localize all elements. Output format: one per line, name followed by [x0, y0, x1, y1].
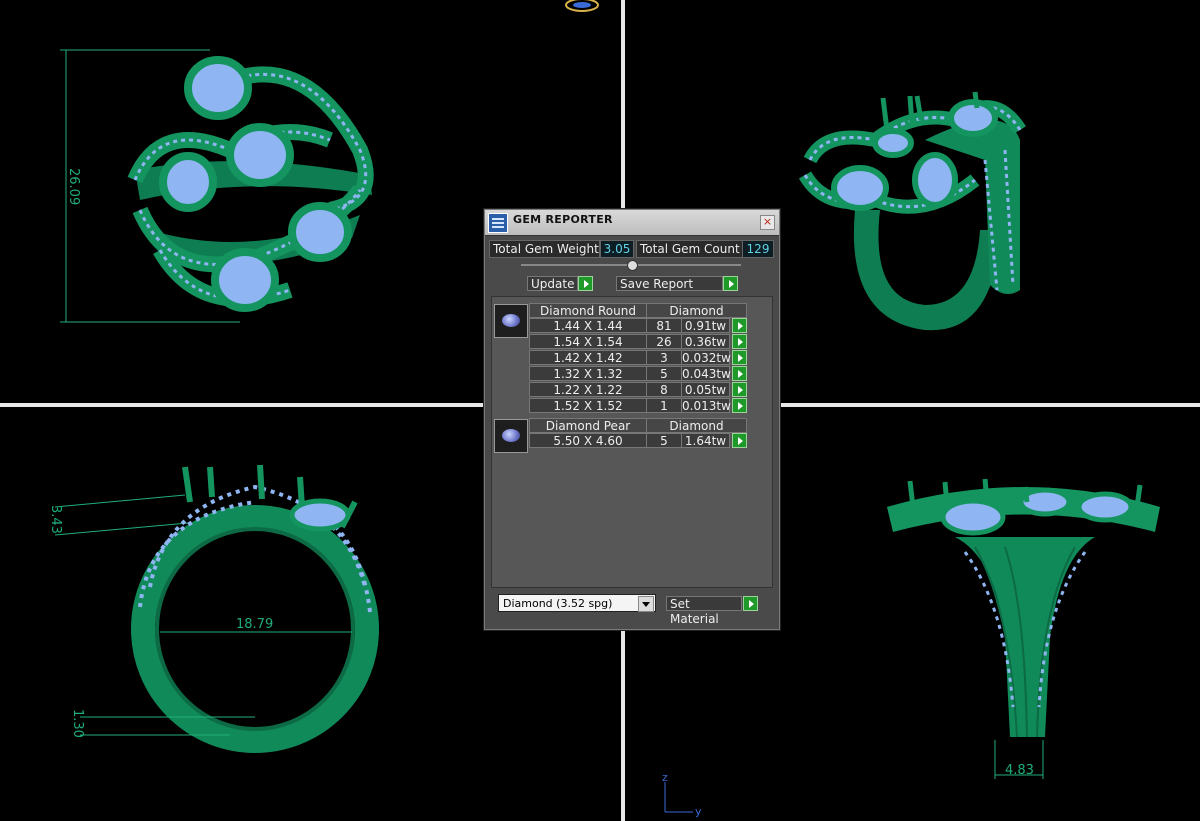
set-material-arrow-icon[interactable]	[743, 596, 758, 611]
gem-size-cell: 1.42 X 1.42	[529, 350, 647, 365]
axis-y-label: y	[695, 805, 702, 818]
dialog-title: GEM REPORTER	[513, 213, 613, 226]
gem-count-cell: 5	[646, 433, 682, 448]
save-report-arrow-icon[interactable]	[723, 276, 738, 291]
close-icon[interactable]: ×	[760, 215, 775, 230]
gem-count-cell: 81	[646, 318, 682, 333]
total-count-value: 129	[742, 240, 774, 258]
gem-group-name: Diamond Pear	[529, 418, 647, 433]
gem-count-cell: 8	[646, 382, 682, 397]
slider-handle[interactable]	[627, 260, 638, 271]
gem-weight-cell: 0.013tw	[681, 398, 731, 413]
select-gem-arrow-icon[interactable]	[732, 366, 747, 381]
gem-count-cell: 26	[646, 334, 682, 349]
select-gem-arrow-icon[interactable]	[732, 382, 747, 397]
select-gem-arrow-icon[interactable]	[732, 334, 747, 349]
set-material-button[interactable]: Set Material	[666, 596, 742, 626]
gem-size-cell: 1.32 X 1.32	[529, 366, 647, 381]
dimension-label: 26.09	[66, 168, 81, 205]
total-count-label: Total Gem Count	[636, 240, 743, 258]
axis-gizmo-icon: z y	[662, 771, 702, 818]
total-weight-value: 3.05	[600, 240, 634, 258]
dimension-top-label: 3.43	[48, 505, 63, 534]
gem-count-cell: 1	[646, 398, 682, 413]
update-button[interactable]: Update	[527, 276, 578, 291]
axis-z-label: z	[662, 771, 668, 784]
gem-weight-cell: 0.032tw	[681, 350, 731, 365]
dimension-bottom-label: 1.30	[70, 709, 85, 738]
gem-thumbnail-icon[interactable]	[494, 419, 528, 453]
select-gem-arrow-icon[interactable]	[732, 350, 747, 365]
gem-weight-cell: 0.05tw	[681, 382, 730, 397]
total-weight-label: Total Gem Weight	[489, 240, 600, 258]
gem-count-cell: 3	[646, 350, 682, 365]
gem-group-material: Diamond	[646, 303, 747, 318]
save-report-button[interactable]: Save Report	[616, 276, 723, 291]
gem-weight-cell: 0.36tw	[681, 334, 730, 349]
gem-list[interactable]: Diamond Round Diamond 1.44 X 1.44 81 0.91tw 1…	[491, 296, 773, 588]
gem-group-name: Diamond Round	[529, 303, 647, 318]
material-select[interactable]: Diamond (3.52 spg)	[498, 594, 656, 612]
gem-weight-cell: 1.64tw	[681, 433, 730, 448]
gem-count-cell: 5	[646, 366, 682, 381]
select-gem-arrow-icon[interactable]	[732, 318, 747, 333]
select-gem-arrow-icon[interactable]	[732, 433, 747, 448]
gem-reporter-icon	[488, 213, 508, 233]
gem-weight-cell: 0.043tw	[681, 366, 731, 381]
view-cube-icon[interactable]	[562, 0, 602, 16]
dimension-label: 4.83	[1005, 763, 1034, 778]
chevron-down-icon[interactable]	[638, 596, 654, 612]
gem-size-cell: 1.52 X 1.52	[529, 398, 647, 413]
gem-thumbnail-icon[interactable]	[494, 304, 528, 338]
dialog-titlebar[interactable]: GEM REPORTER ×	[485, 210, 779, 236]
gem-reporter-dialog: GEM REPORTER × Total Gem Weight 3.05 Tot…	[484, 209, 780, 630]
gem-weight-cell: 0.91tw	[681, 318, 730, 333]
gem-group-material: Diamond	[646, 418, 747, 433]
select-gem-arrow-icon[interactable]	[732, 398, 747, 413]
update-arrow-icon[interactable]	[578, 276, 593, 291]
dimension-inner-label: 18.79	[236, 617, 273, 632]
gem-size-cell: 5.50 X 4.60	[529, 433, 647, 448]
gem-size-cell: 1.44 X 1.44	[529, 318, 647, 333]
gem-size-cell: 1.54 X 1.54	[529, 334, 647, 349]
gem-size-cell: 1.22 X 1.22	[529, 382, 647, 397]
material-select-value: Diamond (3.52 spg)	[503, 597, 613, 610]
